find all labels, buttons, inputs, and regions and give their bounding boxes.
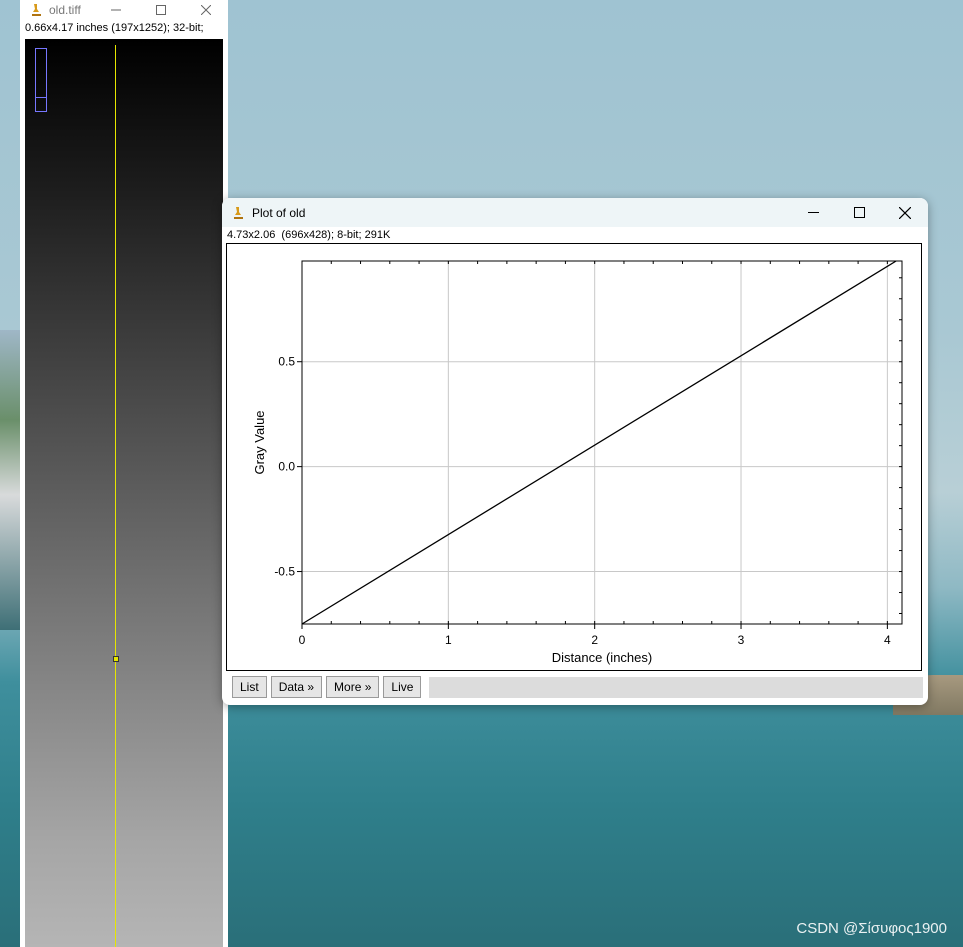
profile-line-selection[interactable]	[115, 45, 116, 947]
plot-window-titlebar[interactable]: Plot of old	[222, 198, 928, 227]
live-button[interactable]: Live	[383, 676, 422, 698]
image-window[interactable]: old.tiff 0.66x4.17 inches (197x1252); 32…	[20, 0, 228, 947]
close-button[interactable]	[183, 2, 228, 18]
image-window-titlebar[interactable]: old.tiff	[20, 0, 228, 20]
y-tick-label: 0.5	[278, 355, 295, 369]
plot-window-title: Plot of old	[252, 205, 306, 220]
plot-canvas[interactable]: 0 1 2 3 4 -0.5 0.0 0.5 Distance (inches) Gray …	[226, 243, 922, 671]
y-tick-label: -0.5	[274, 565, 295, 579]
x-tick-label: 0	[299, 633, 306, 647]
plot-window[interactable]: Plot of old 4.73x2.06 (696x428); 8-bit; …	[222, 198, 928, 705]
close-icon	[899, 206, 911, 219]
x-tick-label: 3	[738, 633, 745, 647]
image-info: 0.66x4.17 inches (197x1252); 32-bit;	[25, 22, 204, 34]
line-plot: 0 1 2 3 4 -0.5 0.0 0.5 Distance (inches) Gray …	[252, 260, 903, 665]
background-shore	[0, 330, 22, 630]
close-icon	[200, 5, 211, 15]
watermark: CSDN @Σίσυφος1900	[796, 920, 947, 937]
plot-button-bar: List Data » More » Live	[232, 676, 422, 698]
image-window-title: old.tiff	[49, 3, 81, 17]
maximize-icon	[853, 207, 865, 218]
microscope-icon	[231, 206, 245, 220]
y-tick-label: 0.0	[278, 460, 295, 474]
y-axis-label: Gray Value	[252, 410, 267, 474]
x-tick-labels: 0 1 2 3 4	[299, 633, 891, 647]
x-tick-label: 2	[591, 633, 598, 647]
line-handle[interactable]	[113, 656, 119, 662]
series-line	[301, 260, 897, 625]
minimize-button[interactable]	[93, 2, 138, 18]
data-button[interactable]: Data »	[270, 676, 323, 698]
minimize-icon	[110, 9, 121, 11]
x-tick-label: 4	[884, 633, 891, 647]
x-axis-label: Distance (inches)	[552, 650, 652, 665]
minimize-button[interactable]	[790, 198, 836, 227]
list-button[interactable]: List	[232, 676, 267, 698]
y-tick-labels: -0.5 0.0 0.5	[274, 355, 295, 579]
close-button[interactable]	[882, 198, 928, 227]
tick-marks	[297, 261, 902, 629]
image-canvas[interactable]	[25, 39, 223, 947]
maximize-button[interactable]	[836, 198, 882, 227]
plot-info: 4.73x2.06 (696x428); 8-bit; 291K	[227, 229, 391, 241]
maximize-icon	[155, 5, 166, 15]
minimize-icon	[807, 212, 819, 213]
x-tick-label: 1	[445, 633, 452, 647]
status-field	[429, 677, 923, 698]
microscope-icon	[29, 3, 43, 17]
more-button[interactable]: More »	[326, 676, 380, 698]
maximize-button[interactable]	[138, 2, 183, 18]
roi-overlay	[35, 48, 47, 112]
